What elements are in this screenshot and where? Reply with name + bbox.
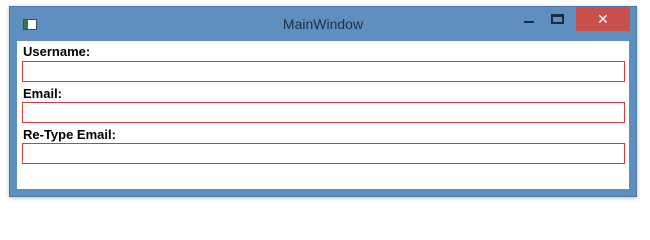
minimize-icon bbox=[524, 21, 534, 23]
maximize-icon bbox=[550, 14, 564, 24]
main-window: MainWindow ✕ Username: Email: Re-Type Em… bbox=[9, 6, 637, 197]
retype-email-field[interactable] bbox=[22, 143, 625, 164]
username-label: Username: bbox=[23, 44, 91, 59]
close-icon: ✕ bbox=[597, 10, 609, 27]
window-title: MainWindow bbox=[282, 16, 364, 32]
minimize-button[interactable] bbox=[516, 7, 542, 31]
email-label: Email: bbox=[23, 86, 63, 101]
email-field[interactable] bbox=[22, 102, 625, 123]
title-bar[interactable]: MainWindow ✕ bbox=[10, 7, 636, 41]
maximize-button[interactable] bbox=[544, 7, 570, 31]
close-button[interactable]: ✕ bbox=[576, 7, 630, 31]
username-field[interactable] bbox=[22, 61, 625, 82]
retype-email-label: Re-Type Email: bbox=[23, 127, 116, 142]
form-area: Username: Email: Re-Type Email: bbox=[17, 41, 629, 189]
